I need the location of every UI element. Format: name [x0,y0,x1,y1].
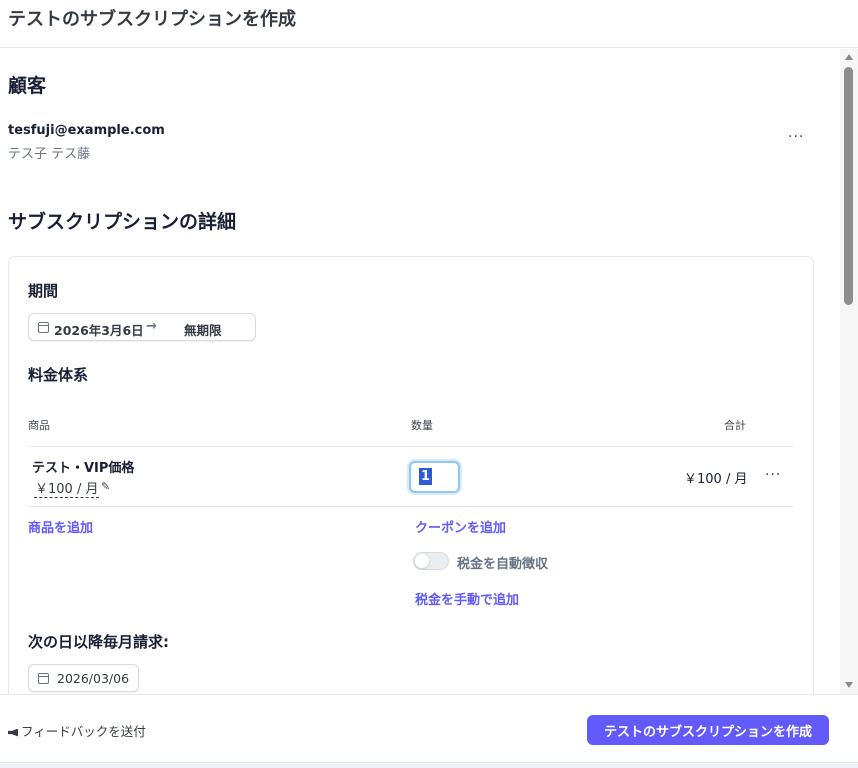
feedback-label: フィードバックを送付 [21,724,146,739]
line-item-price[interactable]: ￥100 / 月 [34,478,100,498]
auto-tax-toggle[interactable] [413,552,449,570]
divider [28,446,793,447]
page-header: テストのサブスクリプションを作成 [0,0,858,48]
period-start-date: 2026年3月6日 [54,323,144,338]
scroll-thumb[interactable] [844,67,853,305]
add-coupon-link[interactable]: クーポンを追加 [415,517,506,536]
customer-name: テス子 テス藤 [8,147,91,162]
period-label: 期間 [28,282,59,300]
scroll-down-arrow-icon[interactable] [845,682,853,688]
line-item-name: テスト・VIP価格 [32,461,135,476]
add-tax-manually-link[interactable]: 税金を手動で追加 [415,589,519,608]
megaphone-icon [8,728,18,737]
quantity-input[interactable]: 1 [409,461,460,493]
column-header-total: 合計 [724,419,746,432]
period-end-date: 無期限 [184,323,222,338]
customer-more-button[interactable]: ··· [788,129,804,145]
pencil-icon[interactable]: ✎ [101,480,110,493]
main-content: 顧客 tesfuji@example.com テス子 テス藤 ··· サブスクリ… [0,49,858,694]
period-date-range-button[interactable]: 2026年3月6日 → 無期限 [28,313,256,341]
scroll-up-arrow-icon[interactable] [845,54,853,60]
column-header-quantity: 数量 [411,419,433,432]
divider [28,506,793,507]
arrow-right-icon: → [146,319,157,334]
auto-tax-label: 税金を自動徴収 [457,557,549,572]
billing-date-button[interactable]: 2026/03/06 [28,664,139,692]
page-footer: フィードバックを送付 テストのサブスクリプションを作成 [0,694,858,768]
billing-label: 次の日以降毎月請求: [28,633,169,651]
line-item-more-button[interactable]: ··· [765,467,781,483]
pricing-label: 料金体系 [28,366,89,384]
billing-date: 2026/03/06 [57,671,130,686]
feedback-link[interactable]: フィードバックを送付 [8,721,146,740]
add-product-link[interactable]: 商品を追加 [28,517,93,536]
quantity-value: 1 [419,468,433,485]
calendar-icon [38,673,49,684]
footer-edge [0,762,858,768]
toggle-knob [415,554,429,568]
customer-email: tesfuji@example.com [8,123,165,138]
create-subscription-button[interactable]: テストのサブスクリプションを作成 [587,715,829,745]
subscription-details-card: 期間 2026年3月6日 → 無期限 料金体系 商品 数量 合計 テスト・VIP… [8,256,814,694]
details-section-title: サブスクリプションの詳細 [8,211,237,233]
column-header-product: 商品 [28,419,50,432]
customer-section-title: 顧客 [8,75,47,97]
vertical-scrollbar[interactable] [840,49,858,694]
page-title: テストのサブスクリプションを作成 [8,9,296,30]
line-item-total: ￥100 / 月 [684,472,748,487]
calendar-icon [38,322,49,333]
